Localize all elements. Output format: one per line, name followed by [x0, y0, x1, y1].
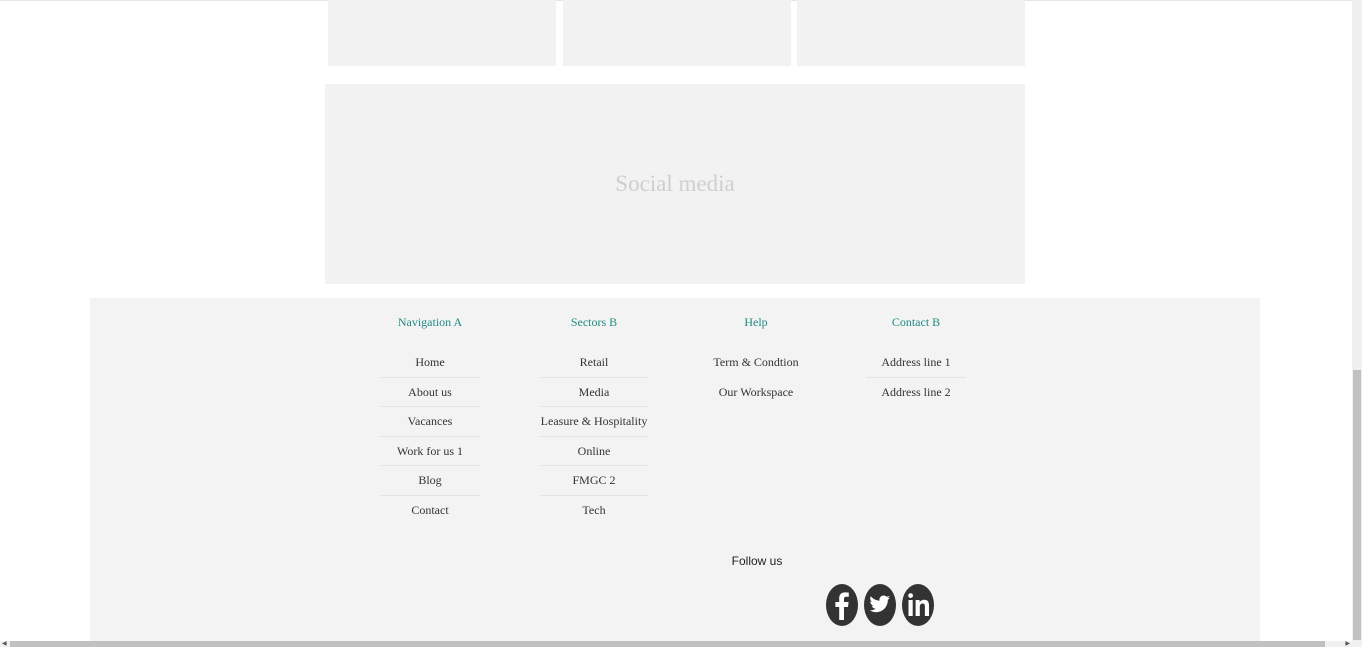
footer-link-our-workspace[interactable]: Our Workspace: [702, 378, 810, 408]
footer-address-line-2: Address line 2: [881, 384, 951, 399]
footer-link-list: Term & Condtion Our Workspace: [702, 348, 810, 407]
footer-link-terms[interactable]: Term & Condtion: [702, 348, 810, 378]
linkedin-icon[interactable]: [901, 584, 935, 626]
social-icons: [825, 584, 935, 626]
footer-link-list: Retail Media Leasure & Hospitality Onlin…: [540, 348, 648, 526]
social-media-label: Social media: [615, 171, 735, 196]
footer-link-about-us[interactable]: About us: [380, 378, 480, 408]
horizontal-scrollbar-thumb[interactable]: [10, 641, 1325, 647]
follow-us-label: Follow us: [731, 554, 783, 568]
footer-column-title: Sectors B: [570, 315, 618, 329]
footer-link-leasure-hospitality[interactable]: Leasure & Hospitality: [540, 407, 648, 437]
horizontal-scrollbar[interactable]: ◀ ▶: [0, 641, 1352, 647]
footer-link-retail[interactable]: Retail: [540, 348, 648, 378]
footer: Navigation A Home About us Vacances Work…: [90, 298, 1260, 647]
footer-link-fmgc[interactable]: FMGC 2: [540, 466, 648, 496]
footer-column-title: Help: [744, 315, 768, 329]
scroll-left-arrow-icon[interactable]: ◀: [2, 641, 7, 647]
content-card: [797, 0, 1025, 66]
social-media-placeholder: Social media: [325, 84, 1025, 284]
twitter-icon[interactable]: [863, 584, 897, 626]
content-card: [328, 0, 556, 66]
footer-address-line-1: Address line 1: [866, 348, 966, 378]
footer-link-home[interactable]: Home: [380, 348, 480, 378]
footer-link-vacances[interactable]: Vacances: [380, 407, 480, 437]
footer-link-contact[interactable]: Contact: [380, 496, 480, 526]
footer-link-online[interactable]: Online: [540, 437, 648, 467]
facebook-icon[interactable]: [825, 584, 859, 626]
footer-link-media[interactable]: Media: [540, 378, 648, 408]
footer-column-title: Contact B: [891, 315, 941, 329]
footer-link-blog[interactable]: Blog: [380, 466, 480, 496]
content-card: [563, 0, 791, 66]
footer-link-tech[interactable]: Tech: [540, 496, 648, 526]
footer-link-list: Address line 1 Address line 2: [866, 348, 966, 407]
vertical-scrollbar-thumb[interactable]: [1353, 370, 1361, 640]
footer-link-list: Home About us Vacances Work for us 1 Blo…: [380, 348, 480, 526]
footer-link-work-for-us[interactable]: Work for us 1: [380, 437, 480, 467]
footer-column-title: Navigation A: [397, 315, 463, 329]
vertical-scrollbar[interactable]: [1352, 0, 1362, 647]
scroll-right-arrow-icon[interactable]: ▶: [1345, 641, 1350, 647]
